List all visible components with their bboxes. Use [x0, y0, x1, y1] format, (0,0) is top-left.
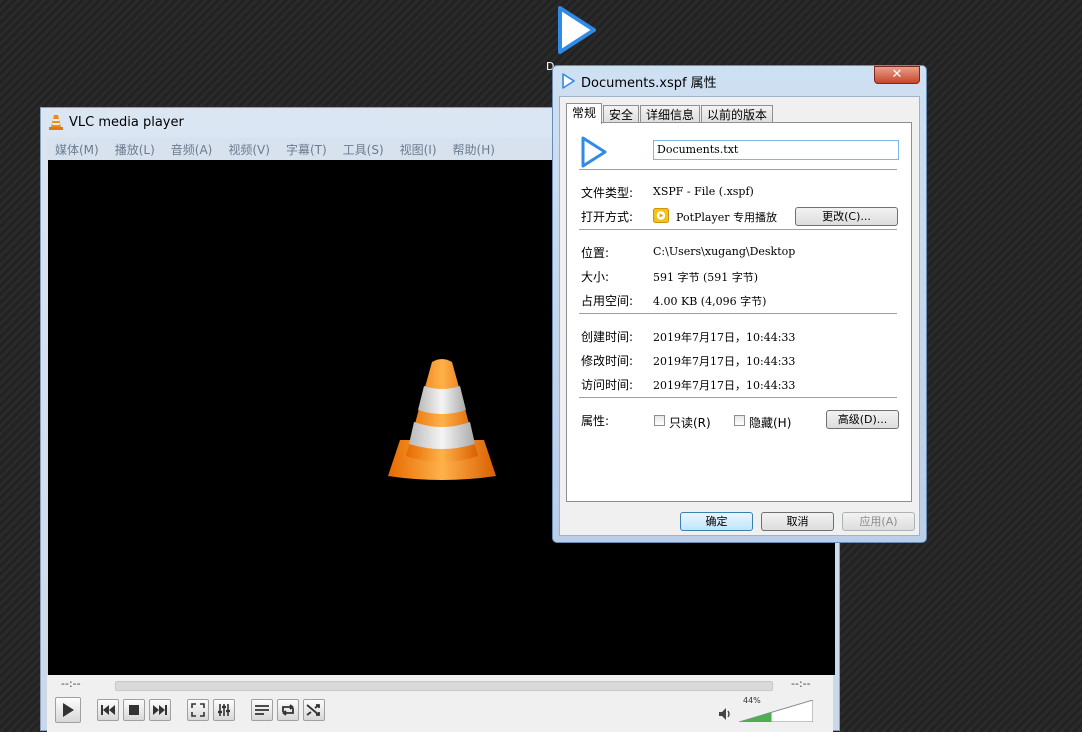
close-button[interactable]: ✕ [874, 66, 920, 84]
properties-dialog: Documents.xspf 属性 ✕ 常规 安全 详细信息 以前的版本 Doc… [552, 65, 927, 543]
close-icon: ✕ [891, 67, 903, 82]
volume-icon [719, 708, 730, 720]
apply-button[interactable]: 应用(A) [842, 512, 915, 531]
cancel-button[interactable]: 取消 [761, 512, 834, 531]
vlc-cone-icon [49, 115, 63, 130]
volume-slider[interactable] [739, 700, 813, 722]
change-button[interactable]: 更改(C)... [795, 207, 898, 226]
separator [579, 397, 897, 398]
desktop-file-icon[interactable]: D [546, 4, 604, 74]
play-file-icon [558, 6, 596, 54]
stop-icon [129, 705, 139, 715]
tab-general[interactable]: 常规 [566, 103, 603, 124]
menu-media[interactable]: 媒体(M) [55, 141, 99, 158]
modified-label: 修改时间: [581, 354, 634, 368]
next-button[interactable] [149, 699, 171, 721]
previous-icon [101, 705, 115, 715]
shuffle-button[interactable] [303, 699, 325, 721]
previous-button[interactable] [97, 699, 119, 721]
vlc-controls: --:-- --:-- 44% [47, 675, 833, 732]
equalizer-icon [218, 704, 230, 716]
separator [579, 229, 897, 230]
open-with-label: 打开方式: [581, 210, 634, 224]
total-time: --:-- [791, 677, 811, 690]
general-panel: Documents.txt 文件类型: XSPF - File (.xspf) … [566, 122, 912, 502]
disk-size-value: 4.00 KB (4,096 字节) [653, 295, 767, 308]
loop-button[interactable] [277, 699, 299, 721]
filename-input[interactable]: Documents.txt [653, 140, 899, 160]
menu-view[interactable]: 视图(I) [400, 141, 437, 158]
dialog-title: Documents.xspf 属性 [581, 75, 717, 91]
size-value: 591 字节 (591 字节) [653, 271, 759, 284]
extended-settings-button[interactable] [213, 699, 235, 721]
file-type-label: 文件类型: [581, 186, 634, 200]
potplayer-icon [653, 208, 669, 223]
xspf-file-icon [562, 73, 575, 89]
file-type-icon [581, 136, 607, 168]
next-icon [153, 705, 167, 715]
menu-help[interactable]: 帮助(H) [453, 141, 495, 158]
menu-audio[interactable]: 音频(A) [171, 141, 213, 158]
elapsed-time: --:-- [61, 677, 81, 690]
menu-tools[interactable]: 工具(S) [343, 141, 384, 158]
separator [579, 313, 897, 314]
readonly-checkbox[interactable] [654, 415, 665, 426]
separator [579, 169, 897, 170]
play-icon [63, 703, 74, 717]
shuffle-icon [306, 704, 320, 716]
dialog-body: 常规 安全 详细信息 以前的版本 Documents.txt 文件类型: XSP… [559, 96, 920, 536]
location-label: 位置: [581, 246, 610, 260]
hidden-label[interactable]: 隐藏(H) [749, 414, 791, 431]
size-label: 大小: [581, 270, 610, 284]
menu-video[interactable]: 视频(V) [228, 141, 270, 158]
accessed-label: 访问时间: [581, 378, 634, 392]
fullscreen-button[interactable] [187, 699, 209, 721]
fullscreen-icon [191, 703, 205, 717]
created-label: 创建时间: [581, 330, 634, 344]
hidden-checkbox[interactable] [734, 415, 745, 426]
loop-icon [282, 704, 294, 716]
modified-value: 2019年7月17日，10:44:33 [653, 355, 796, 368]
menu-subtitle[interactable]: 字幕(T) [286, 141, 327, 158]
play-button[interactable] [55, 697, 81, 723]
open-with-value: PotPlayer 专用播放 [676, 211, 777, 224]
dialog-titlebar[interactable]: Documents.xspf 属性 [561, 70, 717, 92]
seek-bar[interactable] [115, 681, 773, 691]
ok-button[interactable]: 确定 [680, 512, 753, 531]
vlc-cone-logo [388, 359, 496, 480]
playlist-button[interactable] [251, 699, 273, 721]
dialog-tabs: 常规 安全 详细信息 以前的版本 [566, 103, 774, 124]
file-type-value: XSPF - File (.xspf) [653, 185, 754, 198]
created-value: 2019年7月17日，10:44:33 [653, 331, 796, 344]
stop-button[interactable] [123, 699, 145, 721]
menu-playback[interactable]: 播放(L) [115, 141, 155, 158]
attributes-label: 属性: [581, 414, 610, 428]
advanced-button[interactable]: 高级(D)... [826, 410, 899, 429]
disk-size-label: 占用空间: [581, 294, 634, 308]
playlist-icon [255, 705, 269, 715]
accessed-value: 2019年7月17日，10:44:33 [653, 379, 796, 392]
location-value: C:\Users\xugang\Desktop [653, 245, 796, 258]
vlc-title: VLC media player [69, 114, 184, 130]
readonly-label[interactable]: 只读(R) [669, 414, 711, 431]
